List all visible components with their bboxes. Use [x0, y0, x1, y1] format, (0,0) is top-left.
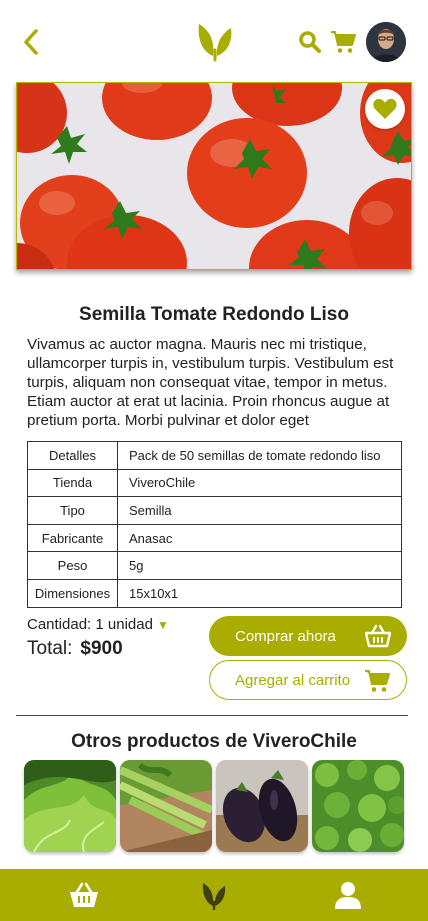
product-thumb-lettuce[interactable] [24, 760, 116, 852]
chevron-left-icon[interactable] [20, 26, 44, 58]
product-thumb-celery[interactable] [120, 760, 212, 852]
table-row: Tienda ViveroChile [27, 468, 402, 498]
detail-value: 15x10x1 [117, 578, 402, 608]
header [0, 0, 428, 82]
detail-key: Tienda [27, 468, 118, 498]
detail-key: Peso [27, 551, 118, 580]
shopping-cart-icon [365, 670, 390, 692]
heart-icon[interactable] [365, 89, 405, 129]
shopping-cart-icon[interactable] [330, 30, 356, 54]
divider [16, 715, 408, 716]
product-image [16, 82, 412, 270]
detail-key: Dimensiones [27, 578, 118, 608]
product-title: Semilla Tomate Redondo Liso [79, 304, 349, 325]
caret-down-icon: ▼ [156, 618, 169, 632]
user-icon[interactable] [332, 879, 364, 911]
buy-now-button[interactable]: Comprar ahora [209, 616, 407, 656]
detail-key: Fabricante [27, 523, 118, 553]
product-thumb-eggplant[interactable] [216, 760, 308, 852]
detail-value: 5g [117, 551, 402, 580]
bottom-nav-bar [0, 869, 428, 921]
detail-key: Tipo [27, 496, 118, 525]
product-thumb-oregano[interactable] [312, 760, 404, 852]
table-row: Peso 5g [27, 551, 402, 580]
total-label: Total: [27, 638, 73, 659]
detail-key: Detalles [27, 441, 118, 470]
total-amount: $900 [80, 638, 123, 659]
table-row: Detalles Pack de 50 semillas de tomate r… [27, 441, 402, 470]
quantity-label: Cantidad: 1 unidad [27, 616, 153, 633]
table-row: Fabricante Anasac [27, 523, 402, 553]
search-icon[interactable] [298, 30, 322, 54]
basket-icon [365, 624, 391, 648]
leaf-icon[interactable] [198, 879, 230, 911]
quantity-select[interactable]: Cantidad: 1 unidad ▼ [27, 616, 169, 633]
product-details-table: Detalles Pack de 50 semillas de tomate r… [27, 441, 402, 608]
leaf-logo-icon[interactable] [195, 20, 235, 62]
add-to-cart-label: Agregar al carrito [235, 671, 351, 689]
add-to-cart-button[interactable]: Agregar al carrito [209, 660, 407, 700]
basket-icon[interactable] [68, 879, 100, 911]
table-row: Dimensiones 15x10x1 [27, 578, 402, 608]
detail-value: Anasac [117, 523, 402, 553]
detail-value: Semilla [117, 496, 402, 525]
product-description: Vivamus ac auctor magna. Mauris nec mi t… [27, 336, 394, 429]
buy-now-label: Comprar ahora [235, 627, 336, 645]
total-price: Total: $900 [27, 638, 123, 660]
table-row: Tipo Semilla [27, 496, 402, 525]
detail-value: ViveroChile [117, 468, 402, 498]
detail-value: Pack de 50 semillas de tomate redondo li… [117, 441, 402, 470]
other-products-title: Otros productos de ViveroChile [71, 731, 357, 752]
user-avatar[interactable] [366, 22, 406, 62]
